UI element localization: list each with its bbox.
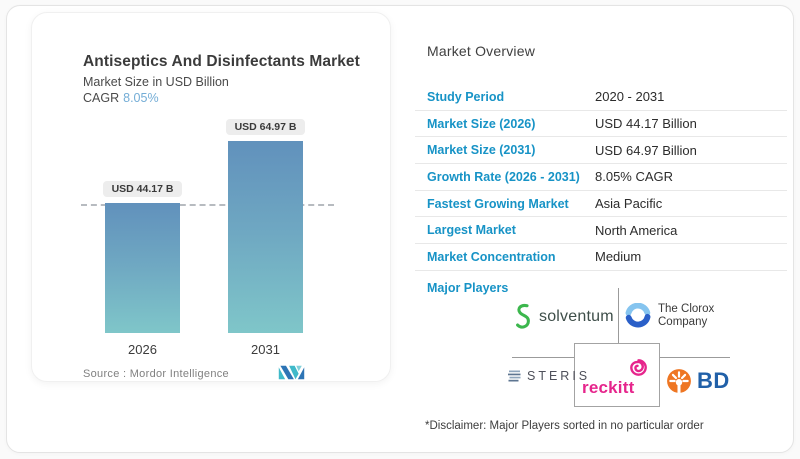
- table-row: Market Size (2031) USD 64.97 Billion: [415, 137, 787, 165]
- clorox-icon: [625, 303, 651, 328]
- source-attribution: Source : Mordor Intelligence: [83, 368, 229, 380]
- row-value: 2020 - 2031: [595, 89, 665, 105]
- row-value: USD 64.97 Billion: [595, 142, 697, 158]
- clorox-logo: The Clorox Company: [625, 303, 714, 329]
- logo-divider-vertical: [618, 288, 619, 343]
- reckitt-spiral-icon: [630, 359, 647, 376]
- market-report-widget: Antiseptics And Disinfectants Market Mar…: [0, 0, 800, 459]
- row-value: Medium: [595, 249, 642, 265]
- bar-group-2026: USD 44.17 B: [102, 180, 183, 333]
- chart-card: Antiseptics And Disinfectants Market Mar…: [31, 12, 391, 382]
- major-players-label: Major Players: [427, 281, 509, 295]
- chart-subtitle: Market Size in USD Billion: [83, 75, 229, 89]
- steris-icon: [508, 370, 521, 382]
- row-label: Market Size (2031): [427, 143, 536, 158]
- bar-2026: [105, 202, 180, 333]
- logo-divider-left: [512, 357, 574, 358]
- cagr-value: 8.05%: [123, 91, 159, 105]
- row-label: Market Size (2026): [427, 116, 536, 131]
- bar-group-2031: USD 64.97 B: [225, 119, 306, 333]
- chart-title: Antiseptics And Disinfectants Market: [83, 53, 360, 70]
- bar-2031: [228, 141, 303, 333]
- logo-divider-right: [660, 357, 730, 358]
- bd-wordmark: BD: [697, 368, 730, 393]
- table-row: Market Concentration Medium: [415, 244, 787, 271]
- cagr-line: CAGR 8.05%: [83, 91, 159, 105]
- row-label: Largest Market: [427, 223, 516, 238]
- table-row: Largest Market North America: [415, 217, 787, 245]
- x-axis-label-2031: 2031: [251, 342, 280, 357]
- row-label: Market Concentration: [427, 249, 556, 264]
- bar-value-label-2026: USD 44.17 B: [102, 180, 183, 197]
- steris-wordmark: STERIS: [527, 369, 591, 383]
- overview-title: Market Overview: [427, 43, 536, 59]
- table-row: Study Period 2020 - 2031: [415, 84, 787, 111]
- clorox-line1: The Clorox: [658, 303, 715, 315]
- solventum-logo: solventum: [514, 302, 614, 331]
- bd-logo: BD: [666, 368, 730, 394]
- overview-table: Study Period 2020 - 2031 Market Size (202…: [415, 84, 787, 271]
- cagr-label: CAGR: [83, 91, 120, 105]
- solventum-icon: [516, 303, 530, 329]
- bar-value-label-2031: USD 64.97 B: [225, 119, 306, 136]
- bd-sun-icon: [667, 369, 691, 394]
- table-row: Market Size (2026) USD 44.17 Billion: [415, 111, 787, 138]
- clorox-line2: Company: [658, 316, 708, 328]
- row-value: 8.05% CAGR: [595, 169, 674, 185]
- mordor-intelligence-logo-icon: [278, 365, 305, 380]
- row-value: USD 44.17 Billion: [595, 116, 697, 132]
- row-value: North America: [595, 222, 678, 238]
- table-row: Growth Rate (2026 - 2031) 8.05% CAGR: [415, 164, 787, 191]
- x-axis-label-2026: 2026: [128, 342, 157, 357]
- row-value: Asia Pacific: [595, 196, 663, 212]
- table-row: Fastest Growing Market Asia Pacific: [415, 191, 787, 218]
- disclaimer-text: *Disclaimer: Major Players sorted in no …: [425, 420, 704, 432]
- row-label: Study Period: [427, 89, 505, 104]
- clorox-wordmark: The Clorox Company: [658, 303, 714, 329]
- steris-logo: STERIS: [508, 369, 590, 383]
- solventum-wordmark: solventum: [539, 307, 614, 325]
- row-label: Growth Rate (2026 - 2031): [427, 169, 580, 184]
- row-label: Fastest Growing Market: [427, 196, 569, 211]
